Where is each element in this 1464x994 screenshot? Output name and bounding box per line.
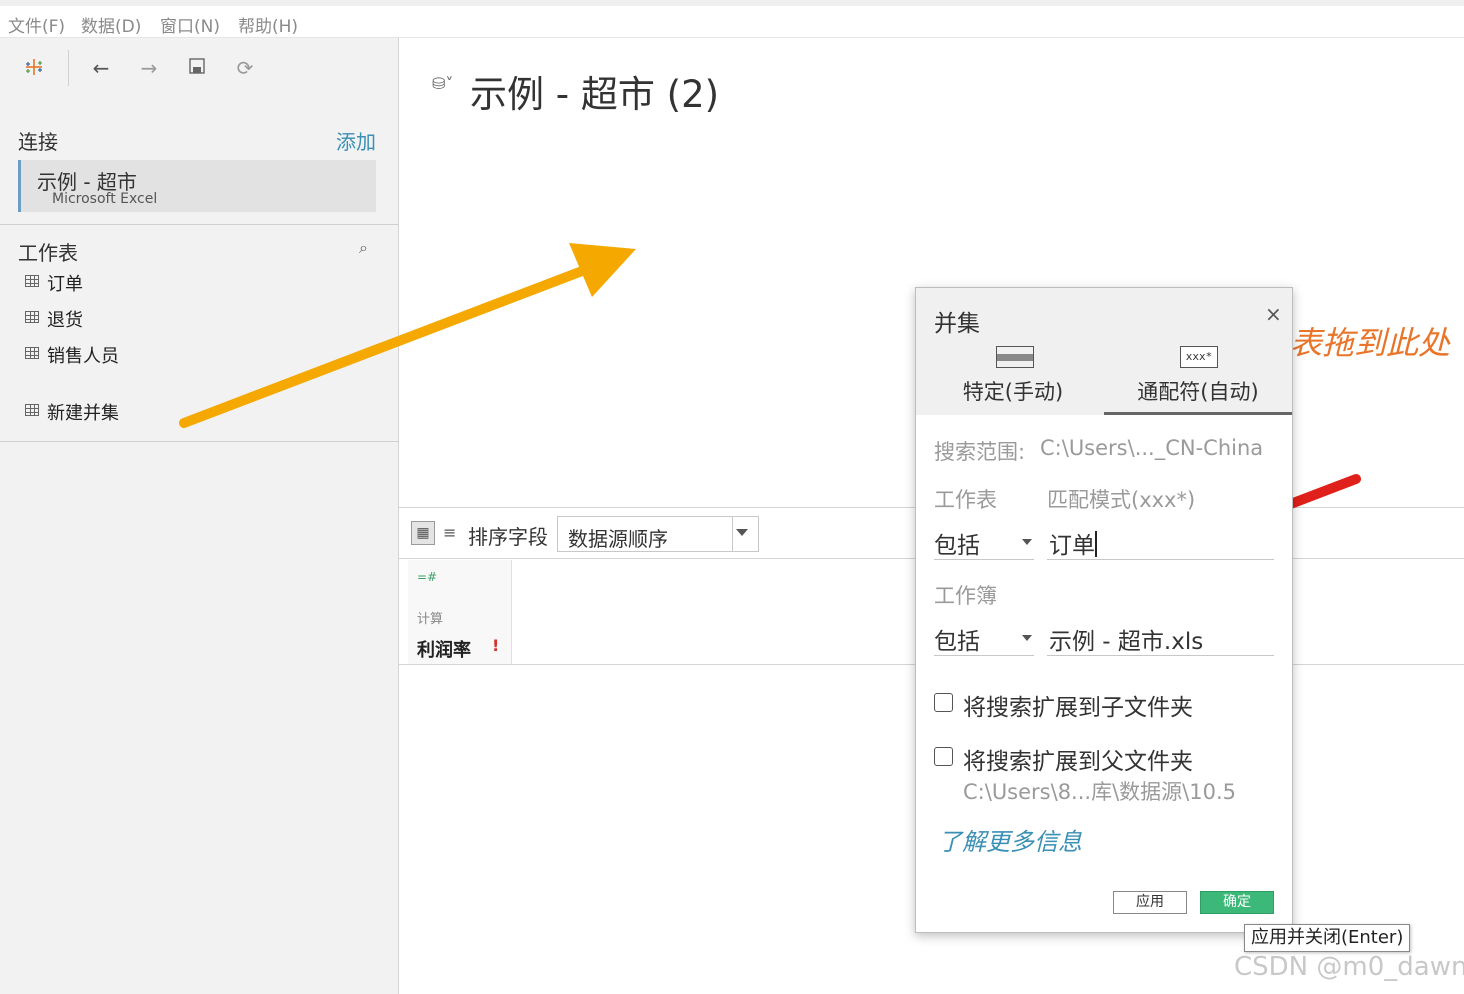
dialog-title: 并集 — [934, 311, 980, 337]
workbook-label: 工作簿 — [934, 584, 997, 608]
parent-folder-path: C:\Users\8...库\数据源\10.5 — [963, 780, 1236, 804]
tab-wildcard-auto[interactable]: xxx* 通配符(自动) — [1104, 342, 1292, 415]
text-caret — [1095, 531, 1097, 557]
wildcard-icon: xxx* — [1180, 346, 1218, 368]
worksheet-label: 工作表 — [934, 488, 997, 512]
workbook-mode-select[interactable]: 包括 — [934, 620, 1034, 656]
workbook-pattern-input[interactable]: 示例 - 超市.xls — [1047, 620, 1274, 656]
active-tab-indicator — [1104, 412, 1292, 415]
worksheet-mode-select[interactable]: 包括 — [934, 524, 1034, 560]
workbook-pattern-value: 示例 - 超市.xls — [1049, 629, 1204, 655]
subfolder-checkbox-label[interactable]: 将搜索扩展到子文件夹 — [963, 688, 1193, 722]
tab-specific-manual[interactable]: 特定(手动) — [920, 342, 1106, 415]
worksheet-pattern-input[interactable]: 订单 — [1047, 524, 1274, 560]
ok-button[interactable]: 确定 — [1200, 891, 1274, 914]
dialog-header: 并集 × 特定(手动) xxx* 通配符(自动) — [916, 288, 1292, 415]
workbook-mode-value: 包括 — [934, 629, 980, 655]
parent-folder-checkbox[interactable] — [934, 747, 953, 766]
orange-arrow-icon — [179, 243, 636, 428]
learn-more-link[interactable]: 了解更多信息 — [938, 822, 1082, 857]
pattern-label: 匹配模式(xxx*) — [1047, 488, 1196, 512]
worksheet-mode-value: 包括 — [934, 533, 980, 559]
manual-union-icon — [996, 346, 1034, 368]
ok-button-tooltip: 应用并关闭(Enter) — [1244, 924, 1411, 952]
close-icon[interactable]: × — [1265, 302, 1282, 326]
worksheet-pattern-value: 订单 — [1049, 533, 1095, 559]
tab-label: 通配符(自动) — [1137, 380, 1259, 404]
chevron-down-icon — [1022, 539, 1032, 545]
subfolder-checkbox[interactable] — [934, 693, 953, 712]
tab-label: 特定(手动) — [962, 380, 1064, 404]
parent-folder-checkbox-label[interactable]: 将搜索扩展到父文件夹 — [963, 742, 1193, 776]
chevron-down-icon — [1022, 635, 1032, 641]
search-scope-label: 搜索范围: — [934, 440, 1026, 464]
search-scope-value: C:\Users\..._CN-China — [1040, 436, 1264, 460]
watermark: CSDN @m0_dawn — [1234, 952, 1464, 982]
apply-button[interactable]: 应用 — [1113, 891, 1187, 914]
union-dialog: 并集 × 特定(手动) xxx* 通配符(自动) 搜索范围: C:\Users\… — [915, 287, 1293, 933]
